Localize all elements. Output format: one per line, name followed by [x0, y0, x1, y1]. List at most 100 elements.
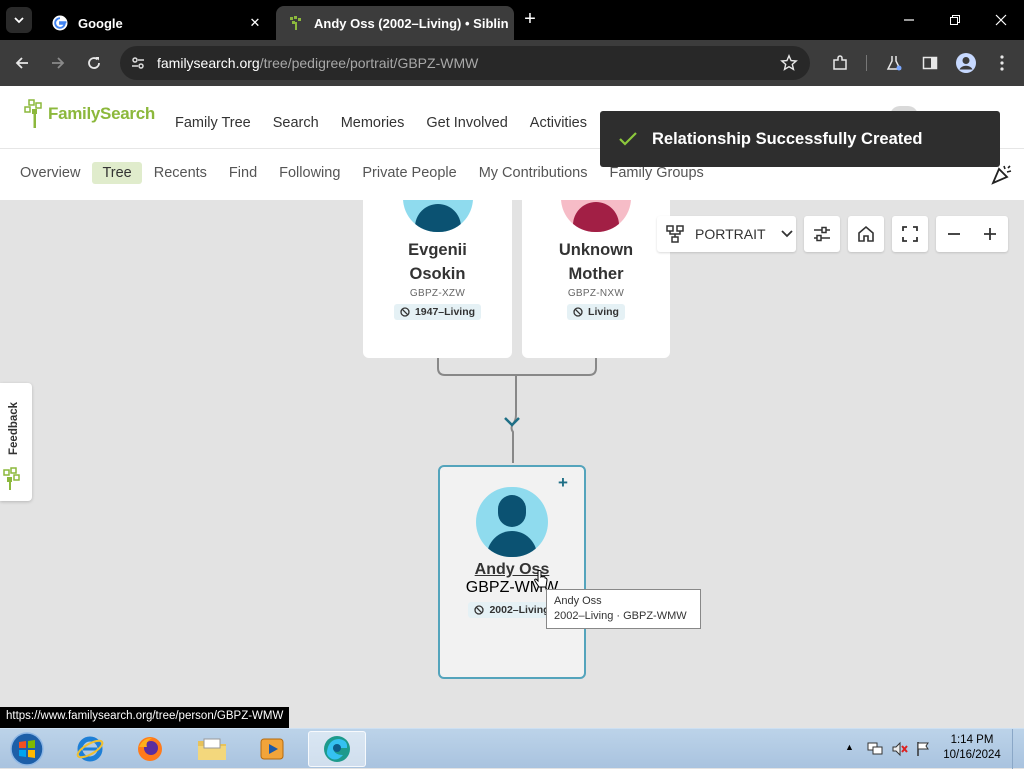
person-id: GBPZ-NXW — [567, 288, 625, 299]
google-icon — [52, 15, 68, 31]
person-name-link[interactable]: Andy Oss — [440, 561, 584, 579]
browser-toolbar: familysearch.org/tree/pedigree/portrait/… — [0, 40, 1024, 86]
system-clock[interactable]: 1:14 PM 10/16/2024 — [937, 733, 1007, 763]
main-nav: Family Tree Search Memories Get Involved… — [175, 115, 609, 131]
extensions-puzzle-icon[interactable] — [828, 51, 852, 75]
feedback-tab[interactable]: Feedback — [0, 383, 32, 501]
close-tab-icon[interactable]: ✕ — [244, 12, 266, 34]
back-arrow-icon[interactable] — [10, 51, 34, 75]
living-restricted-icon — [573, 307, 583, 317]
close-window-icon[interactable] — [988, 8, 1014, 32]
subnav-following[interactable]: Following — [269, 162, 350, 184]
tooltip-details: 2002–Living · GBPZ-WMW — [554, 610, 687, 622]
nav-family-tree[interactable]: Family Tree — [175, 115, 251, 131]
lifespan-text: 1947–Living — [414, 306, 476, 318]
url-path: /tree/pedigree/portrait/GBPZ-WMW — [259, 55, 479, 71]
fullscreen-icon — [902, 226, 918, 242]
tab-title: Andy Oss (2002–Living) • Siblin — [314, 15, 509, 31]
firefox-icon[interactable] — [122, 731, 178, 767]
nav-activities[interactable]: Activities — [530, 115, 587, 131]
tab-andy-oss[interactable]: Andy Oss (2002–Living) • Siblin — [276, 6, 514, 40]
minimize-icon[interactable] — [896, 8, 922, 32]
person-card-mother[interactable]: Unknown Mother GBPZ-NXW Living — [522, 200, 670, 358]
internet-explorer-icon[interactable] — [62, 731, 118, 767]
action-center-flag-icon[interactable] — [915, 741, 931, 757]
media-player-icon[interactable] — [244, 731, 300, 767]
minus-icon — [948, 233, 960, 235]
file-explorer-icon[interactable] — [184, 731, 240, 767]
lifespan-badge: Living — [567, 304, 625, 320]
url-host: familysearch.org — [157, 55, 260, 71]
network-icon[interactable] — [866, 741, 884, 757]
tab-title: Google — [78, 15, 123, 31]
new-tab-button[interactable]: + — [520, 9, 540, 31]
nav-get-involved[interactable]: Get Involved — [426, 115, 507, 131]
person-name-line2: Mother — [568, 265, 624, 283]
pedigree-canvas[interactable]: Evgenii Osokin GBPZ-XZW 1947–Living Unkn… — [0, 200, 1024, 728]
tree-settings-button[interactable] — [804, 216, 840, 252]
home-button[interactable] — [848, 216, 884, 252]
windows-start-orb-icon — [10, 732, 44, 766]
subnav-my-contributions[interactable]: My Contributions — [469, 162, 598, 184]
windows-taskbar: ▲ 1:14 PM 10/16/2024 — [0, 728, 1024, 769]
edge-browser-icon[interactable] — [308, 731, 366, 767]
side-panel-icon[interactable] — [918, 51, 942, 75]
volume-muted-icon[interactable] — [891, 741, 909, 757]
browser-menu-icon[interactable] — [990, 51, 1014, 75]
lifespan-badge: 1947–Living — [393, 304, 482, 320]
male-avatar-icon — [476, 487, 548, 557]
address-bar[interactable]: familysearch.org/tree/pedigree/portrait/… — [120, 46, 810, 80]
expand-chevron-icon — [504, 417, 520, 427]
view-mode-dropdown[interactable]: PORTRAIT — [657, 216, 796, 252]
show-hidden-icons-icon[interactable]: ▲ — [845, 742, 854, 752]
toolbar-divider — [866, 55, 867, 71]
nav-memories[interactable]: Memories — [341, 115, 405, 131]
subnav-overview[interactable]: Overview — [10, 162, 90, 184]
person-name-line1: Evgenii — [408, 241, 467, 259]
bookmark-star-icon[interactable] — [780, 54, 798, 77]
browser-tabstrip: Google ✕ Andy Oss (2002–Living) • Siblin… — [0, 0, 1024, 40]
nav-search[interactable]: Search — [273, 115, 319, 131]
person-card-father[interactable]: Evgenii Osokin GBPZ-XZW 1947–Living — [363, 200, 512, 358]
person-card-focus[interactable]: + Andy Oss GBPZ-WMW 2002–Living — [438, 465, 586, 679]
checkmark-icon — [619, 132, 637, 146]
subnav-recents[interactable]: Recents — [144, 162, 217, 184]
zoom-in-button[interactable] — [972, 227, 1008, 241]
living-restricted-icon — [400, 307, 410, 317]
add-person-button[interactable]: + — [558, 473, 568, 493]
tree-view-icon — [666, 225, 684, 243]
profile-avatar-icon[interactable] — [954, 51, 978, 75]
toast-message: Relationship Successfully Created — [652, 129, 923, 148]
success-toast: Relationship Successfully Created — [600, 111, 1000, 167]
subnav-private-people[interactable]: Private People — [352, 162, 466, 184]
fullscreen-button[interactable] — [892, 216, 928, 252]
person-name-line2: Osokin — [409, 265, 466, 283]
hand-cursor-icon — [534, 570, 548, 588]
start-button[interactable] — [4, 731, 50, 767]
clock-time: 1:14 PM — [950, 734, 994, 746]
subnav-find[interactable]: Find — [219, 162, 267, 184]
familysearch-tree-icon — [3, 467, 20, 490]
feedback-label: Feedback — [8, 401, 20, 455]
subnav-tree[interactable]: Tree — [92, 162, 142, 184]
lifespan-text: Living — [588, 306, 619, 318]
tab-google[interactable]: Google ✕ — [40, 6, 272, 40]
view-mode-label: PORTRAIT — [695, 226, 766, 242]
reload-icon[interactable] — [82, 51, 106, 75]
logo-text: FamilySearch — [48, 104, 155, 123]
person-id: GBPZ-XZW — [409, 288, 466, 299]
living-restricted-icon — [474, 605, 485, 615]
forward-arrow-icon[interactable] — [46, 51, 70, 75]
restore-icon[interactable] — [942, 8, 968, 32]
tab-search-dropdown-icon[interactable] — [6, 7, 32, 33]
show-desktop-button[interactable] — [1012, 729, 1024, 769]
chevron-down-icon — [780, 230, 793, 238]
tooltip-name: Andy Oss — [554, 595, 602, 607]
person-name-line1: Unknown — [558, 241, 634, 259]
sliders-icon — [814, 226, 830, 242]
site-info-icon[interactable] — [130, 55, 146, 76]
familysearch-logo[interactable]: FamilySearch — [24, 98, 155, 130]
zoom-out-button[interactable] — [936, 227, 972, 241]
labs-flask-icon[interactable] — [882, 51, 906, 75]
clock-date: 10/16/2024 — [943, 749, 1001, 761]
